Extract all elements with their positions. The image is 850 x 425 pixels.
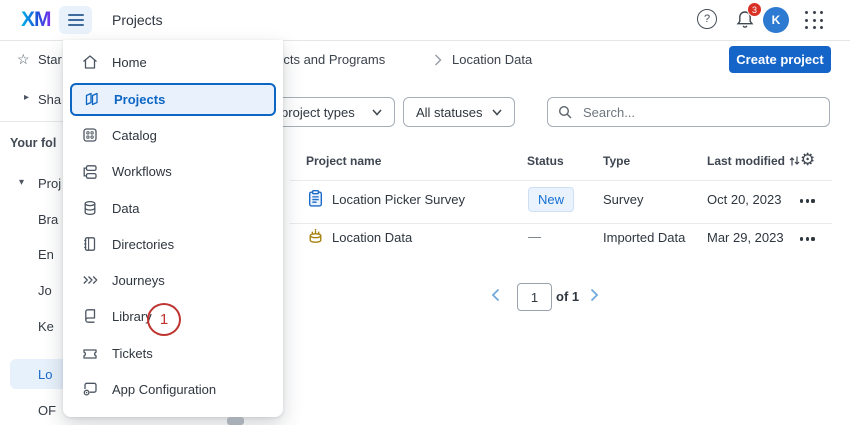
sidebar-section-label: Your fol — [10, 136, 56, 150]
imported-data-icon — [306, 227, 325, 246]
data-icon — [81, 199, 99, 217]
search-input[interactable] — [581, 104, 819, 121]
column-header-status: Status — [527, 154, 564, 168]
menu-item-label: Projects — [114, 92, 165, 107]
menu-item-home[interactable]: Home — [70, 46, 276, 79]
chevron-down-icon — [492, 109, 502, 116]
previous-page-icon[interactable] — [491, 288, 500, 302]
annotation-circle-1: 1 — [147, 303, 181, 336]
menu-item-catalog[interactable]: Catalog — [70, 119, 276, 152]
help-icon[interactable]: ? — [697, 9, 717, 29]
sidebar-folder[interactable]: Proj — [38, 176, 61, 191]
hamburger-menu-button[interactable] — [59, 6, 92, 34]
menu-item-label: Library — [112, 309, 152, 324]
star-icon: ☆ — [17, 51, 30, 68]
menu-item-data[interactable]: Data — [70, 192, 276, 225]
sidebar-folder[interactable]: Ke — [38, 319, 54, 334]
menu-item-label: Tickets — [112, 346, 153, 361]
status-filter-label: All statuses — [416, 105, 482, 120]
column-header-last-modified[interactable]: Last modified — [707, 154, 800, 168]
caret-right-icon[interactable]: ▸ — [24, 92, 29, 103]
project-name-link[interactable]: Location Picker Survey — [332, 192, 465, 207]
library-icon — [81, 307, 99, 325]
search-icon — [558, 105, 573, 120]
project-type: Imported Data — [603, 230, 685, 245]
sidebar-folder[interactable]: En — [38, 247, 54, 262]
page-number-input[interactable] — [517, 283, 552, 311]
status-badge: New — [528, 187, 574, 212]
more-options-icon[interactable] — [800, 232, 826, 246]
breadcrumb-chevron-icon — [434, 54, 442, 66]
create-project-button[interactable]: Create project — [729, 46, 831, 73]
xm-logo: XM — [21, 8, 51, 32]
sidebar-folder[interactable]: Jo — [38, 283, 52, 298]
catalog-icon — [81, 126, 99, 144]
sidebar-folder[interactable]: Bra — [38, 212, 58, 227]
next-page-icon[interactable] — [590, 288, 599, 302]
menu-item-directories[interactable]: Directories — [70, 228, 276, 261]
menu-item-label: Journeys — [112, 273, 165, 288]
more-options-icon[interactable] — [800, 194, 826, 208]
sidebar-item-starred[interactable]: Star — [38, 52, 62, 67]
app-configuration-icon — [81, 380, 99, 398]
page-count-label: of 1 — [556, 289, 579, 304]
scrollbar-thumb[interactable] — [227, 417, 244, 425]
breadcrumb-current: Location Data — [452, 52, 532, 67]
search-box[interactable] — [547, 97, 830, 127]
sidebar-divider — [0, 121, 63, 122]
project-name-link[interactable]: Location Data — [332, 230, 412, 245]
sort-icon[interactable] — [789, 155, 800, 167]
column-header-project-name: Project name — [306, 154, 381, 168]
menu-item-projects[interactable]: Projects — [70, 83, 276, 116]
directories-icon — [81, 235, 99, 253]
column-header-type: Type — [603, 154, 630, 168]
menu-item-workflows[interactable]: Workflows — [70, 155, 276, 188]
table-settings-gear-icon[interactable]: ⚙ — [800, 150, 815, 170]
menu-item-tickets[interactable]: Tickets — [70, 337, 276, 370]
sidebar-folder-selected[interactable]: Lo — [38, 367, 52, 382]
menu-item-label: Catalog — [112, 128, 157, 143]
menu-item-label: Home — [112, 55, 147, 70]
page-title: Projects — [112, 12, 163, 28]
avatar[interactable]: K — [763, 7, 789, 33]
sidebar-folder[interactable]: OF — [38, 403, 56, 418]
top-bar: XM Projects ? 3 K — [0, 0, 850, 41]
menu-item-journeys[interactable]: Journeys — [70, 264, 276, 297]
row-divider — [290, 180, 832, 181]
sidebar-item-shared[interactable]: Sha — [38, 92, 61, 107]
status-empty: — — [528, 229, 541, 244]
row-divider — [290, 223, 832, 224]
chevron-down-icon — [372, 109, 382, 116]
app-switcher-icon[interactable] — [805, 11, 824, 30]
menu-item-label: Directories — [112, 237, 174, 252]
projects-icon — [83, 90, 101, 108]
menu-item-label: App Configuration — [112, 382, 216, 397]
menu-item-label: Workflows — [112, 164, 172, 179]
last-modified-date: Mar 29, 2023 — [707, 230, 784, 245]
caret-down-icon[interactable]: ▾ — [19, 177, 24, 188]
app-window: ☆ Star ▸ Sha Your fol ▾ Proj Bra En Jo K… — [0, 0, 850, 425]
status-filter[interactable]: All statuses — [403, 97, 515, 127]
survey-icon — [306, 189, 325, 208]
menu-item-label: Data — [112, 201, 139, 216]
notification-count-badge: 3 — [747, 2, 762, 17]
tickets-icon — [81, 344, 99, 362]
workflows-icon — [81, 163, 99, 181]
last-modified-date: Oct 20, 2023 — [707, 192, 781, 207]
project-type: Survey — [603, 192, 643, 207]
navigation-menu: Home Projects Catalog — [63, 40, 283, 417]
home-icon — [81, 53, 99, 71]
menu-item-app-configuration[interactable]: App Configuration — [70, 373, 276, 406]
journeys-icon — [81, 271, 99, 289]
